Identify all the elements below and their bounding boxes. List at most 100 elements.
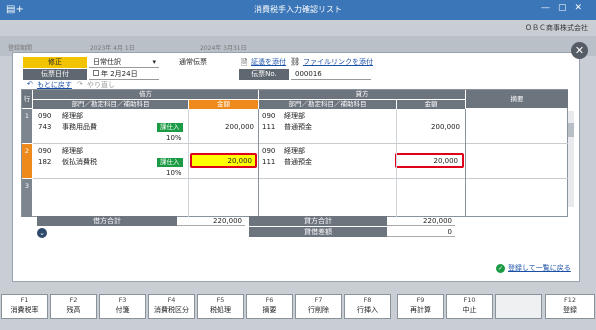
entry-dialog: 修正 日常仕訳 ▾ 通常伝票 伝票日付 年 2月24日 🗎 証憑を添付 ⛓ ファ… <box>12 52 580 282</box>
debit-account-code: 743 <box>38 123 52 131</box>
credit-account-header: 部門／勘定科目／補助科目 <box>259 100 396 109</box>
fkey-code: F1 <box>20 296 29 304</box>
fkey-code: F5 <box>216 296 225 304</box>
credit-account-code: 111 <box>262 158 276 166</box>
tax-rate: 10% <box>166 134 182 142</box>
date-field[interactable]: 年 2月24日 <box>89 69 159 80</box>
period-from: 2023年 4月 1日 <box>90 45 135 52</box>
chevron-down-icon: ▾ <box>152 58 156 66</box>
fkey-label: 摘要 <box>262 306 277 314</box>
row-divider <box>33 143 568 144</box>
row-number[interactable]: 3 <box>22 179 32 217</box>
fkey-f5[interactable]: F5 税処理 <box>197 294 244 319</box>
debit-dept: 経理部 <box>62 147 83 155</box>
fkey-f12[interactable]: F12 登録 <box>545 294 595 319</box>
fkey-f9[interactable]: F9 再計算 <box>397 294 444 319</box>
attach-file-link[interactable]: ファイルリンクを添付 <box>303 57 373 68</box>
debit-account: 仮払消費税 <box>62 158 97 166</box>
credit-dept-code: 090 <box>262 147 276 155</box>
debit-dept-code: 090 <box>38 112 52 120</box>
balance-diff: 0 <box>387 227 455 237</box>
row-header: 行 <box>22 90 32 108</box>
fkey-label: 付箋 <box>115 306 130 314</box>
fkey-label: 中止 <box>462 306 477 314</box>
function-key-bar: F1 消費税率 F2 残高 F3 付箋 F4 消費税区分 F5 税処理 F6 摘要 F7 行削… <box>0 292 596 330</box>
journal-type-value: 日常仕訳 <box>93 58 121 66</box>
debit-account-code: 182 <box>38 158 52 166</box>
fkey-f1[interactable]: F1 消費税率 <box>1 294 48 319</box>
credit-header: 貸方 <box>259 90 465 99</box>
fkey-f11[interactable] <box>495 294 542 319</box>
debit-dept: 経理部 <box>62 112 83 120</box>
fkey-code: F4 <box>167 296 176 304</box>
credit-account: 普通預金 <box>284 158 312 166</box>
row-divider <box>33 178 568 179</box>
slip-no-field[interactable]: 000016 <box>291 69 371 80</box>
fkey-label: 再計算 <box>410 306 431 314</box>
credit-account-code: 111 <box>262 123 276 131</box>
window-controls[interactable]: —▢✕ <box>541 3 590 13</box>
slip-type: 通常伝票 <box>175 57 237 68</box>
column-divider <box>465 109 466 217</box>
column-divider <box>188 109 189 217</box>
credit-amount-header: 金額 <box>397 100 465 109</box>
debit-total: 220,000 <box>177 216 245 226</box>
fkey-f4[interactable]: F4 消費税区分 <box>148 294 195 319</box>
debit-header: 借方 <box>33 90 258 99</box>
fkey-code: F12 <box>563 296 576 304</box>
fkey-code: F2 <box>69 296 78 304</box>
chevron-down-icon[interactable]: ⌄ <box>37 228 47 238</box>
journal-grid: 行 借方 貸方 摘要 部門／勘定科目／補助科目 金額 部門／勘定科目／補助科目 … <box>21 89 568 217</box>
credit-total: 220,000 <box>387 216 455 226</box>
fkey-f7[interactable]: F7 行削除 <box>295 294 342 319</box>
debit-amount-header: 金額 <box>189 100 258 109</box>
register-return-link[interactable]: ✓ 登録して一覧に戻る <box>496 263 571 273</box>
row-number[interactable]: 2 <box>22 144 32 178</box>
debit-total-label: 借方合計 <box>37 216 177 226</box>
debit-account: 事務用品費 <box>62 123 97 131</box>
debit-account-header: 部門／勘定科目／補助科目 <box>33 100 188 109</box>
fkey-code: F7 <box>314 296 323 304</box>
column-divider <box>396 109 397 217</box>
credit-amount[interactable]: 200,000 <box>402 122 460 132</box>
debit-amount[interactable]: 20,000 <box>194 156 253 166</box>
fkey-code: F10 <box>463 296 476 304</box>
company-name: ＯＢＣ商事株式会社 <box>525 24 588 32</box>
credit-amount[interactable]: 20,000 <box>400 156 459 166</box>
redo-icon: ↷ <box>77 80 83 88</box>
debit-amount[interactable]: 200,000 <box>194 122 254 132</box>
credit-account: 普通預金 <box>284 123 312 131</box>
credit-dept-code: 090 <box>262 112 276 120</box>
date-label: 伝票日付 <box>23 69 87 80</box>
fkey-code: F6 <box>265 296 274 304</box>
undo-icon: ↶ <box>27 80 33 88</box>
fkey-code: F9 <box>416 296 425 304</box>
period-label: 登録期間 <box>8 45 33 52</box>
fkey-code: F8 <box>363 296 372 304</box>
correction-label: 修正 <box>23 57 87 68</box>
fkey-code: F3 <box>118 296 127 304</box>
journal-type-select[interactable]: 日常仕訳 ▾ <box>89 57 159 68</box>
fkey-label: 消費税率 <box>10 306 39 314</box>
grid-scrollbar-thumb[interactable] <box>568 123 574 137</box>
row-number[interactable]: 1 <box>22 109 32 143</box>
check-icon: ✓ <box>496 264 505 273</box>
slip-no-label: 伝票No. <box>239 69 289 80</box>
fkey-f6[interactable]: F6 摘要 <box>246 294 293 319</box>
fkey-label: 登録 <box>563 306 577 314</box>
tax-category-tag[interactable]: 課仕入 <box>157 123 183 132</box>
credit-dept: 経理部 <box>284 147 305 155</box>
fkey-f2[interactable]: F2 残高 <box>50 294 97 319</box>
calendar-icon <box>93 70 99 76</box>
fkey-f3[interactable]: F3 付箋 <box>99 294 146 319</box>
attach-evidence-link[interactable]: 証憑を添付 <box>251 57 286 68</box>
fkey-label: 消費税区分 <box>154 306 189 314</box>
close-icon[interactable]: ✕ <box>571 42 588 59</box>
fkey-f8[interactable]: F8 行挿入 <box>344 294 391 319</box>
fkey-f10[interactable]: F10 中止 <box>446 294 493 319</box>
credit-total-label: 貸方合計 <box>249 216 387 226</box>
fkey-label: 残高 <box>66 306 81 314</box>
title-bar: ▤+ 消費税手入力確認リスト —▢✕ <box>0 0 596 20</box>
tax-category-tag[interactable]: 課仕入 <box>157 158 183 167</box>
tax-rate: 10% <box>166 169 182 177</box>
